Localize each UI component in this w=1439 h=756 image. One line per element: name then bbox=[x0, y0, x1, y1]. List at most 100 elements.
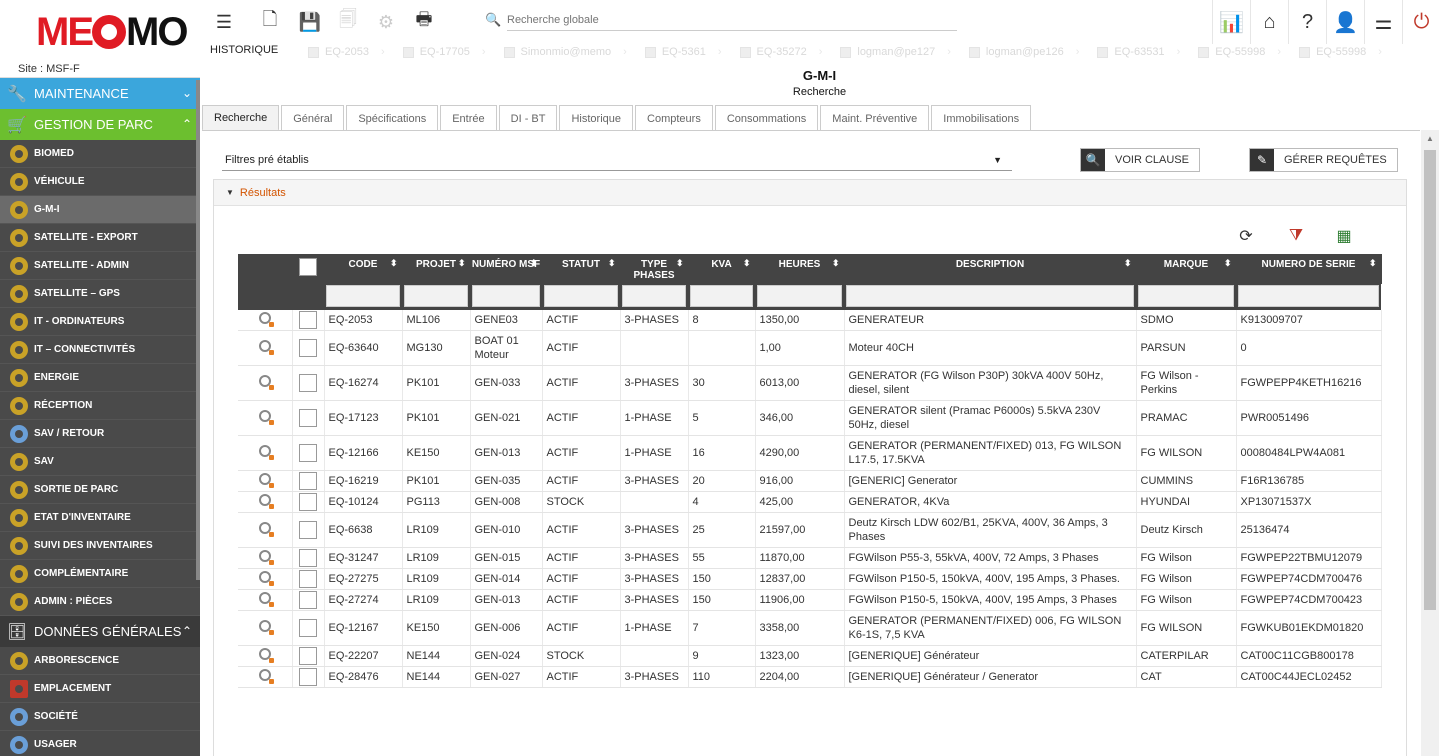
table-row[interactable]: EQ-12167 KE150 GEN-006 ACTIF 1-PHASE 7 3358,00… bbox=[238, 610, 1382, 646]
main-scrollbar[interactable]: ▲ bbox=[1421, 130, 1439, 756]
table-row[interactable]: EQ-12166 KE150 GEN-013 ACTIF 1-PHASE 16 4290,0… bbox=[238, 435, 1382, 471]
view-details-icon[interactable] bbox=[258, 620, 274, 635]
column-header-heures[interactable]: HEURES ⬍ bbox=[755, 254, 845, 284]
results-header[interactable]: ▼ Résultats bbox=[214, 180, 1406, 206]
sidebar-item-emplacement[interactable]: EMPLACEMENT bbox=[0, 675, 200, 703]
history-chip[interactable]: EQ-2053 › bbox=[300, 42, 395, 62]
column-header-num-ro-msf[interactable]: NUMÉRO MSF ⬍ bbox=[470, 254, 543, 284]
history-chip[interactable]: EQ-55998 › bbox=[1190, 42, 1291, 62]
sidebar-item-sav[interactable]: SAV bbox=[0, 448, 200, 476]
home-icon[interactable]: ⌂ bbox=[1250, 0, 1288, 44]
refresh-icon[interactable]: ⟳ bbox=[1236, 226, 1256, 246]
sort-icon[interactable]: ⬍ bbox=[390, 258, 398, 269]
column-filter-input[interactable] bbox=[472, 285, 540, 307]
column-header-numero-de-serie[interactable]: NUMERO DE SERIE ⬍ bbox=[1236, 254, 1382, 284]
tab-compteurs[interactable]: Compteurs bbox=[635, 105, 713, 131]
new-document-icon[interactable]: 🗋 bbox=[256, 8, 284, 36]
sidebar-item-energie[interactable]: ENERGIE bbox=[0, 364, 200, 392]
sort-icon[interactable]: ⬍ bbox=[608, 258, 616, 269]
view-details-icon[interactable] bbox=[258, 410, 274, 425]
tools-icon[interactable]: ⚙ bbox=[372, 8, 400, 36]
table-row[interactable]: EQ-2053 ML106 GENE03 ACTIF 3-PHASES 8 1350,00 G… bbox=[238, 310, 1382, 331]
tab-consommations[interactable]: Consommations bbox=[714, 105, 819, 131]
voir-clause-button[interactable]: 🔍 VOIR CLAUSE bbox=[1080, 148, 1200, 172]
user-settings-icon[interactable]: 👤 bbox=[1326, 0, 1364, 44]
tab-di-bt[interactable]: DI - BT bbox=[498, 105, 558, 131]
row-checkbox[interactable] bbox=[299, 570, 317, 588]
history-chip[interactable]: logman@pe126 › bbox=[961, 42, 1090, 62]
table-row[interactable]: EQ-10124 PG113 GEN-008 STOCK 4 425,00 GENERATO… bbox=[238, 491, 1382, 513]
view-details-icon[interactable] bbox=[258, 473, 274, 488]
tab-sp-cifications[interactable]: Spécifications bbox=[346, 105, 439, 131]
tab-recherche[interactable]: Recherche bbox=[202, 105, 280, 131]
sidebar-item-v-hicule[interactable]: VÉHICULE bbox=[0, 168, 200, 196]
power-icon[interactable]: ⏻ bbox=[1402, 0, 1439, 44]
excel-export-icon[interactable]: ▦ bbox=[1334, 226, 1354, 246]
view-details-icon[interactable] bbox=[258, 340, 274, 355]
tab-immobilisations[interactable]: Immobilisations bbox=[931, 105, 1032, 131]
column-filter-input[interactable] bbox=[846, 285, 1134, 307]
column-header-marque[interactable]: MARQUE ⬍ bbox=[1136, 254, 1237, 284]
history-chip[interactable]: EQ-5361 › bbox=[637, 42, 732, 62]
view-details-icon[interactable] bbox=[258, 669, 274, 684]
sidebar-item-sortie-de-parc[interactable]: SORTIE DE PARC bbox=[0, 476, 200, 504]
tab-historique[interactable]: Historique bbox=[559, 105, 634, 131]
gerer-requetes-button[interactable]: ✎ GÉRER REQUÊTES bbox=[1249, 148, 1398, 172]
view-details-icon[interactable] bbox=[258, 494, 274, 509]
table-row[interactable]: EQ-22207 NE144 GEN-024 STOCK 9 1323,00 [GENERI… bbox=[238, 645, 1382, 667]
global-search-input[interactable] bbox=[507, 9, 957, 31]
row-checkbox[interactable] bbox=[299, 549, 317, 567]
sidebar-item-sav-retour[interactable]: SAV / RETOUR bbox=[0, 420, 200, 448]
select-all-checkbox[interactable] bbox=[299, 258, 317, 276]
row-checkbox[interactable] bbox=[299, 668, 317, 686]
preset-filter-select[interactable]: Filtres pré établis ▼ bbox=[222, 149, 1012, 171]
column-filter-input[interactable] bbox=[1138, 285, 1234, 307]
sidebar-item-satellite-admin[interactable]: SATELLITE - ADMIN bbox=[0, 252, 200, 280]
sort-icon[interactable]: ⬍ bbox=[1224, 258, 1232, 269]
help-icon[interactable]: ? bbox=[1288, 0, 1326, 44]
column-filter-input[interactable] bbox=[544, 285, 618, 307]
column-header-kva[interactable]: KVA ⬍ bbox=[688, 254, 756, 284]
tab-g-n-ral[interactable]: Général bbox=[281, 105, 345, 131]
column-header-type-phases[interactable]: TYPE PHASES ⬍ bbox=[620, 254, 689, 284]
sidebar-scrollbar[interactable] bbox=[196, 80, 200, 580]
sort-icon[interactable]: ⬍ bbox=[743, 258, 751, 269]
row-checkbox[interactable] bbox=[299, 374, 317, 392]
sidebar-item-admin-pi-ces[interactable]: ADMIN : PIÈCES bbox=[0, 588, 200, 616]
scroll-up-icon[interactable]: ▲ bbox=[1426, 134, 1434, 143]
view-details-icon[interactable] bbox=[258, 550, 274, 565]
history-chip[interactable]: Simonmio@memo › bbox=[496, 42, 637, 62]
view-details-icon[interactable] bbox=[258, 592, 274, 607]
sidebar-item-soci-t-[interactable]: SOCIÉTÉ bbox=[0, 703, 200, 731]
sidebar-item-etat-d-inventaire[interactable]: ETAT D'INVENTAIRE bbox=[0, 504, 200, 532]
table-row[interactable]: EQ-27274 LR109 GEN-013 ACTIF 3-PHASES 150 1190… bbox=[238, 589, 1382, 611]
sidebar-item-compl-mentaire[interactable]: COMPLÉMENTAIRE bbox=[0, 560, 200, 588]
column-filter-input[interactable] bbox=[404, 285, 468, 307]
section-maintenance[interactable]: 🔧 MAINTENANCE ⌄ bbox=[0, 78, 200, 109]
chart-icon[interactable]: 📊 bbox=[1212, 0, 1250, 44]
sidebar-item-it-ordinateurs[interactable]: IT - ORDINATEURS bbox=[0, 308, 200, 336]
column-header-description[interactable]: DESCRIPTION ⬍ bbox=[844, 254, 1137, 284]
table-row[interactable]: EQ-63640 MG130 BOAT 01 Moteur ACTIF 1,00 Mote… bbox=[238, 330, 1382, 366]
column-header-code[interactable]: CODE ⬍ bbox=[324, 254, 403, 284]
sort-icon[interactable]: ⬍ bbox=[530, 258, 538, 269]
toggle-icon[interactable]: ⚌ bbox=[1364, 0, 1402, 44]
row-checkbox[interactable] bbox=[299, 472, 317, 490]
sidebar-item-satellite-export[interactable]: SATELLITE - EXPORT bbox=[0, 224, 200, 252]
column-header-projet[interactable]: PROJET ⬍ bbox=[402, 254, 471, 284]
row-checkbox[interactable] bbox=[299, 647, 317, 665]
row-checkbox[interactable] bbox=[299, 521, 317, 539]
row-checkbox[interactable] bbox=[299, 339, 317, 357]
sort-icon[interactable]: ⬍ bbox=[458, 258, 466, 269]
view-details-icon[interactable] bbox=[258, 648, 274, 663]
row-checkbox[interactable] bbox=[299, 444, 317, 462]
sidebar-item-suivi-des-inventaires[interactable]: SUIVI DES INVENTAIRES bbox=[0, 532, 200, 560]
sidebar-item-r-ception[interactable]: RÉCEPTION bbox=[0, 392, 200, 420]
clear-filter-icon[interactable]: ⧩ bbox=[1286, 226, 1306, 246]
sidebar-item-it-connectivit-s[interactable]: IT – CONNECTIVITÉS bbox=[0, 336, 200, 364]
section-gestion-parc[interactable]: 🛒 GESTION DE PARC ⌃ bbox=[0, 109, 200, 140]
table-row[interactable]: EQ-17123 PK101 GEN-021 ACTIF 1-PHASE 5 346,00 G… bbox=[238, 400, 1382, 436]
sidebar-item-usager[interactable]: USAGER bbox=[0, 731, 200, 756]
sidebar-item-biomed[interactable]: BIOMED bbox=[0, 140, 200, 168]
sidebar-item-satellite-gps[interactable]: SATELLITE – GPS bbox=[0, 280, 200, 308]
